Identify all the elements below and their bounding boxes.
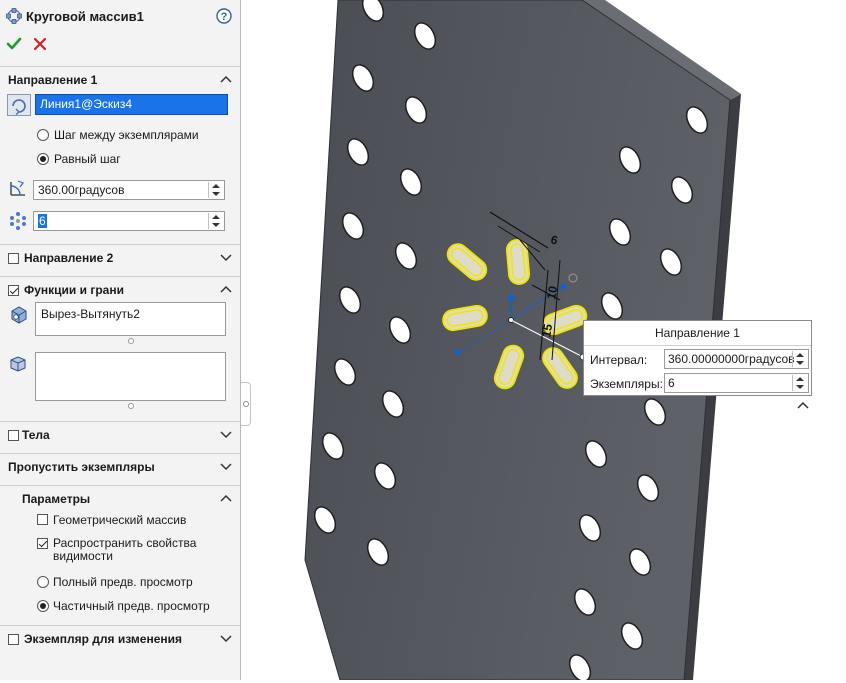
section-direction2-label: Направление 2 [24,251,114,265]
chevron-up-icon[interactable] [220,493,232,503]
section-features-label: Функции и грани [24,283,124,297]
propagate-visual-checkbox[interactable] [37,538,48,549]
list-resize-handle[interactable] [128,338,134,344]
radio-instance-spacing-label: Шаг между экземплярами [54,128,199,142]
axis-input[interactable]: Линия1@Эскиз4 [35,94,228,115]
section-bodies-header[interactable]: Тела [0,421,240,448]
chevron-up-icon[interactable] [220,74,232,84]
bodies-checkbox[interactable] [8,430,19,441]
instances-icon [10,212,26,230]
direction1-callout[interactable]: Направление 1 Интервал: 360.00000000град… [583,320,812,396]
angle-icon [10,180,25,196]
section-params-label: Параметры [22,492,91,506]
callout-interval-spinner[interactable] [792,351,807,367]
callout-collapse-chevron-icon[interactable] [797,400,809,410]
pattern-instance [505,239,531,285]
feature-cut-icon [11,306,27,324]
circular-pattern-icon [6,8,22,24]
radio-full-preview-label: Полный предв. просмотр [53,575,193,589]
section-direction1-label: Направление 1 [8,73,98,87]
callout-interval-value: 360.00000000градусов [668,352,795,366]
panel-title: Круговой массив1 [26,9,144,24]
geometric-pattern-checkbox[interactable] [37,514,48,525]
features-list-item[interactable]: Вырез-Вытянуть2 [41,307,140,321]
chevron-up-icon[interactable] [220,284,232,294]
callout-instances-spinner[interactable] [792,375,807,391]
angle-spinner[interactable] [208,182,223,198]
propagate-visual-label: Распространить свойства видимости [53,536,197,563]
radio-equal-spacing-label: Равный шаг [54,152,121,166]
instances-spinner[interactable] [208,213,223,229]
radio-full-preview[interactable] [37,576,49,588]
section-skip-header[interactable]: Пропустить экземпляры [0,453,240,480]
vary-checkbox[interactable] [8,634,19,645]
face-cube-icon [10,356,26,372]
callout-interval-label: Интервал: [590,353,648,367]
instances-input[interactable]: 6 [33,211,225,231]
callout-title: Направление 1 [584,321,811,346]
faces-list[interactable] [35,352,226,401]
help-icon[interactable]: ? [216,8,232,24]
callout-interval-input[interactable]: 360.00000000градусов [664,349,809,369]
section-vary-label: Экземпляр для изменения [24,632,182,646]
section-vary-header[interactable]: Экземпляр для изменения [0,625,240,652]
section-direction2-header[interactable]: Направление 2 [0,244,240,271]
angle-input[interactable]: 360.00градусов [33,180,225,200]
list-resize-handle[interactable] [128,403,134,409]
callout-instances-value: 6 [668,376,675,390]
callout-instances-input[interactable]: 6 [664,373,809,393]
panel-sash[interactable] [241,382,251,426]
section-params-header[interactable]: Параметры [0,485,240,512]
features-list[interactable]: Вырез-Вытянуть2 [35,302,226,336]
dimension-label[interactable]: 10 [544,285,560,301]
instances-value: 6 [38,214,47,228]
chevron-down-icon[interactable] [220,461,232,471]
chevron-down-icon[interactable] [220,252,232,262]
axis-selector-button[interactable] [7,94,31,116]
section-bodies-label: Тела [22,428,50,442]
angle-value: 360.00градусов [38,183,125,197]
property-manager-panel: Круговой массив1 ? Направление 1 Линия1@… [0,0,241,680]
radio-partial-preview-label: Частичный предв. просмотр [53,599,210,613]
section-features-header[interactable]: Функции и грани [0,276,240,303]
radio-equal-spacing[interactable] [37,153,49,165]
features-checkbox[interactable] [8,285,19,296]
ok-check-icon[interactable] [6,36,22,52]
direction2-checkbox[interactable] [8,253,19,264]
section-direction1-header[interactable]: Направление 1 [0,66,240,93]
svg-text:?: ? [221,11,228,23]
dimension-label[interactable]: 15 [539,323,555,339]
callout-instances-label: Экземпляры: [590,377,663,391]
section-skip-label: Пропустить экземпляры [8,460,155,474]
geometric-pattern-label: Геометрический массив [53,513,187,527]
radio-instance-spacing[interactable] [37,129,49,141]
cancel-x-icon[interactable] [33,37,47,51]
rotate-axis-icon [12,99,26,116]
radio-partial-preview[interactable] [37,600,49,612]
chevron-down-icon[interactable] [220,633,232,643]
chevron-down-icon[interactable] [220,429,232,439]
